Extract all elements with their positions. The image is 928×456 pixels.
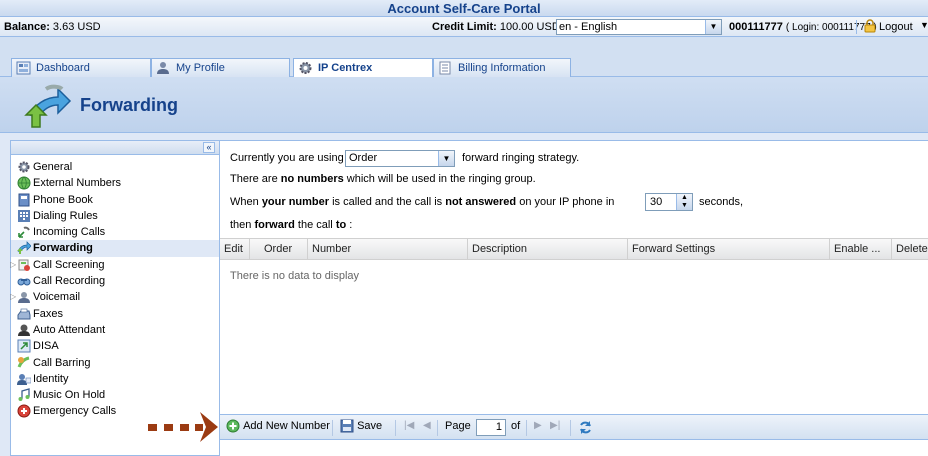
credit-limit: Credit Limit: 100.00 USD [432, 21, 560, 33]
emergency-icon [17, 404, 31, 418]
sidebar-item-call-screening[interactable]: ▷ Call Screening [10, 257, 219, 273]
page-title: Forwarding [80, 95, 178, 115]
pointer-arrow-icon [148, 412, 218, 442]
divider [332, 420, 333, 436]
sidebar-item-forwarding[interactable]: Forwarding [11, 240, 219, 257]
sidebar-menu: General External Numbers Phone Book Dial… [10, 155, 219, 420]
portal-title: Account Self-Care Portal [0, 0, 928, 17]
save-icon [340, 419, 354, 433]
grid-toolbar: Add New Number Save |◀ ◀ Page 1 of ▶ ▶| [220, 414, 928, 440]
page-of-label: of [511, 420, 521, 432]
empty-grid-message: There is no data to display [230, 270, 360, 282]
globe-icon [17, 176, 31, 190]
forwarding-icon [24, 84, 72, 128]
expand-icon[interactable]: ▷ [10, 257, 16, 273]
chevron-down-icon[interactable]: ▼ [705, 20, 721, 34]
phone-book-icon [18, 193, 30, 207]
sidebar-item-phone-book[interactable]: Phone Book [11, 192, 219, 208]
lock-icon[interactable] [863, 19, 877, 33]
first-page-icon[interactable]: |◀ [404, 420, 414, 431]
tab-dashboard[interactable]: Dashboard [11, 58, 151, 77]
collapse-icon[interactable]: « [203, 142, 215, 153]
ringing-group-status: There are no numbers which will be used … [230, 173, 536, 185]
sidebar: « General External Numbers Phone Book Di… [10, 140, 220, 456]
music-note-icon [18, 388, 30, 402]
column-enable[interactable]: Enable ... [830, 239, 892, 260]
main-tabs: Dashboard My Profile IP Centrex Billing … [0, 37, 928, 78]
language-select[interactable]: en - English ▼ [556, 19, 722, 35]
sidebar-item-dialing-rules[interactable]: Dialing Rules [11, 208, 219, 224]
page-label: Page [445, 420, 471, 432]
gear-icon [299, 62, 312, 74]
account-info-bar: Balance: 3.63 USD Credit Limit: 100.00 U… [0, 17, 928, 37]
gear-icon [18, 161, 30, 173]
page-number-input[interactable]: 1 [476, 419, 506, 436]
sidebar-header: « [11, 141, 219, 155]
dashboard-icon [16, 61, 31, 75]
column-edit[interactable]: Edit [220, 239, 250, 260]
sidebar-item-music-on-hold[interactable]: Music On Hold [11, 387, 219, 403]
call-barring-icon [17, 356, 30, 368]
page-header: Forwarding [0, 77, 928, 133]
sidebar-item-incoming-calls[interactable]: Incoming Calls [11, 224, 219, 240]
chevron-down-icon[interactable]: ▼ [920, 20, 928, 30]
ringing-strategy-select[interactable]: Order ▼ [345, 150, 455, 167]
next-page-icon[interactable]: ▶ [534, 420, 542, 431]
tab-ip-centrex[interactable]: IP Centrex [293, 58, 433, 78]
sidebar-item-voicemail[interactable]: ▷ Voicemail [10, 289, 219, 305]
forward-to-line: then forward the call to : [230, 219, 353, 231]
incoming-call-icon [18, 226, 30, 238]
sidebar-item-call-recording[interactable]: Call Recording [11, 273, 219, 289]
timeout-seconds-stepper[interactable]: 30 ▲ ▼ [645, 193, 693, 211]
divider [526, 420, 527, 436]
dialpad-icon [18, 209, 30, 222]
expand-icon[interactable]: ▷ [10, 289, 16, 305]
voicemail-icon [18, 292, 30, 304]
divider [395, 420, 396, 436]
add-icon [226, 419, 240, 433]
column-delete[interactable]: Delete [892, 239, 928, 260]
sidebar-item-call-barring[interactable]: Call Barring [11, 355, 219, 371]
column-number[interactable]: Number [308, 239, 468, 260]
column-order[interactable]: Order [250, 239, 308, 260]
tab-my-profile[interactable]: My Profile [151, 58, 290, 77]
sidebar-item-external-numbers[interactable]: External Numbers [11, 175, 219, 191]
call-screening-icon [18, 259, 30, 271]
save-button[interactable]: Save [340, 419, 382, 433]
balance: Balance: 3.63 USD [4, 21, 101, 33]
last-page-icon[interactable]: ▶| [550, 420, 560, 431]
chevron-down-icon[interactable]: ▼ [438, 151, 454, 166]
forwarding-icon [17, 241, 31, 255]
divider [437, 420, 438, 436]
column-description[interactable]: Description [468, 239, 628, 260]
spinner-icon[interactable]: ▲ ▼ [676, 194, 692, 210]
call-recording-icon [17, 278, 31, 286]
user-icon [157, 62, 169, 74]
column-forward-settings[interactable]: Forward Settings [628, 239, 830, 260]
refresh-icon[interactable] [578, 420, 593, 435]
logout-link[interactable]: Logout [879, 21, 913, 33]
add-new-number-button[interactable]: Add New Number [226, 419, 330, 433]
sidebar-item-auto-attendant[interactable]: Auto Attendant [11, 322, 219, 338]
account-id: 000111777 ( Login: 000111777 ) [729, 21, 877, 33]
document-icon [439, 61, 451, 75]
sidebar-item-general[interactable]: General [11, 159, 219, 175]
identity-icon [17, 373, 31, 385]
grid-header: Edit Order Number Description Forward Se… [220, 238, 928, 260]
fax-icon [17, 308, 31, 320]
divider [856, 20, 857, 34]
forwarding-panel: Currently you are using Order ▼ forward … [220, 140, 928, 456]
auto-attendant-icon [18, 324, 30, 336]
prev-page-icon[interactable]: ◀ [423, 420, 431, 431]
disa-icon [17, 339, 31, 353]
sidebar-item-disa[interactable]: DISA [11, 338, 219, 354]
sidebar-item-faxes[interactable]: Faxes [11, 306, 219, 322]
sidebar-item-identity[interactable]: Identity [11, 371, 219, 387]
divider [570, 420, 571, 436]
tab-billing-information[interactable]: Billing Information [433, 58, 571, 77]
